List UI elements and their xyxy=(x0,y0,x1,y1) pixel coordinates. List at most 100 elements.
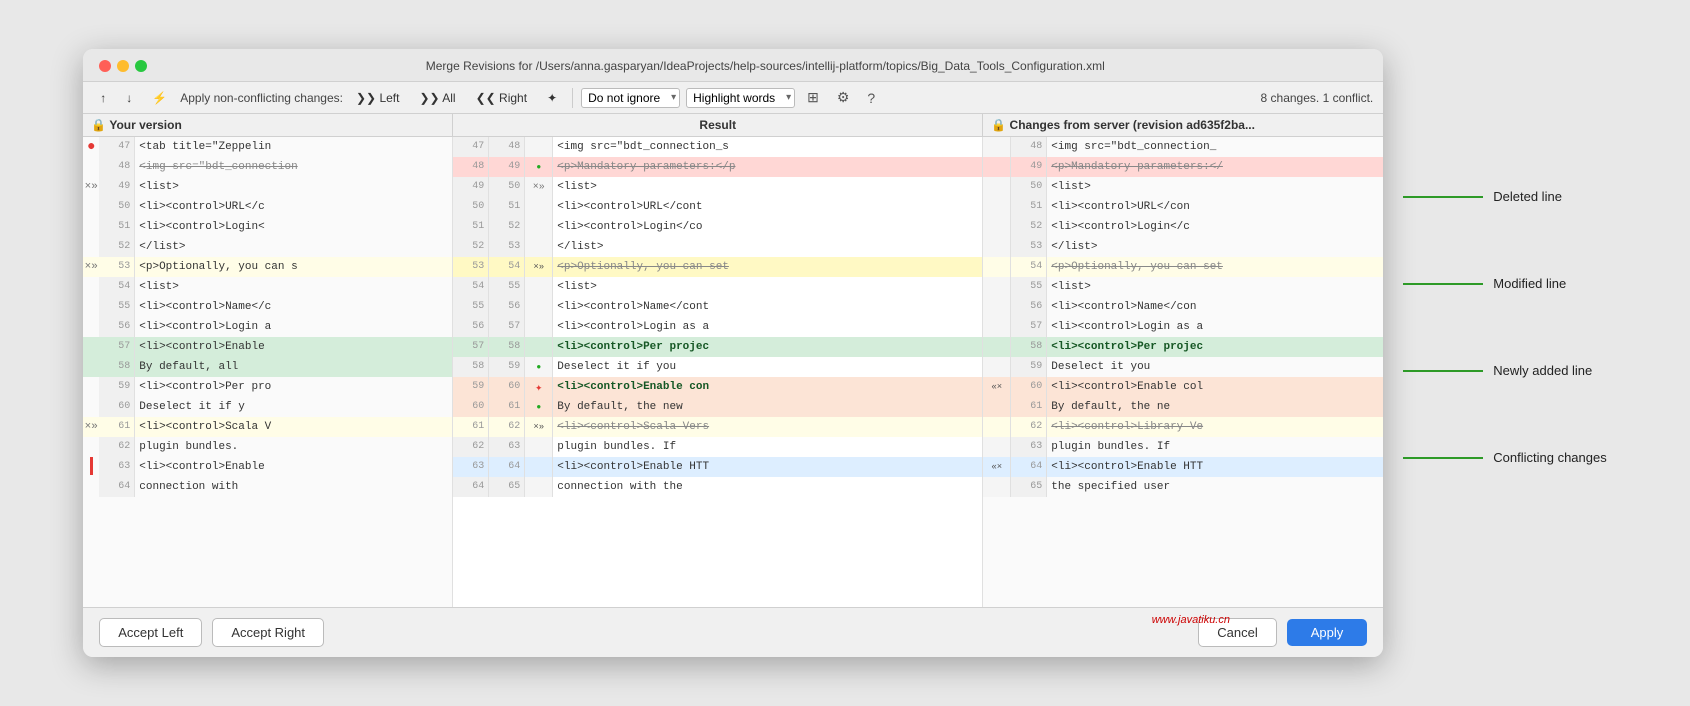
legend-modified: Modified line xyxy=(1403,276,1606,291)
line-num-51: 51 xyxy=(99,217,135,237)
legend-deleted-label: Deleted line xyxy=(1493,189,1562,204)
magic-wand-button[interactable]: ⚡ xyxy=(145,88,174,108)
list-item: 47 48 <img src="bdt_connection_s xyxy=(453,137,982,157)
c-left-num-50: 50 xyxy=(453,197,489,217)
list-item: 61 By default, the ne xyxy=(983,397,1383,417)
c-content-57: <li><control>Per projec xyxy=(553,337,982,357)
minimize-button[interactable] xyxy=(117,60,129,72)
c-gutter-64 xyxy=(525,477,553,497)
line-content-50: <li><control>URL</c xyxy=(135,197,452,217)
c-right-num-57: 57 xyxy=(489,317,525,337)
left-gutter-64 xyxy=(83,477,99,497)
c-right-num-49: 49 xyxy=(489,157,525,177)
resolve-button[interactable]: ✦ xyxy=(540,88,564,108)
left-gutter-48 xyxy=(83,157,99,177)
center-panel: 47 48 <img src="bdt_connection_s 48 49 ●… xyxy=(453,137,983,607)
list-item: 63 plugin bundles. If xyxy=(983,437,1383,457)
apply-non-conflicting-label: Apply non-conflicting changes: xyxy=(180,91,343,105)
list-item: ×» 53 <p>Optionally, you can s xyxy=(83,257,452,277)
error-icon: ● xyxy=(87,139,95,155)
line-num-57: 57 xyxy=(99,337,135,357)
c-content-63: <li><control>Enable HTT xyxy=(553,457,982,477)
list-item: 58 <li><control>Per projec xyxy=(983,337,1383,357)
r-num-52: 52 xyxy=(1011,217,1047,237)
line-content-60: Deselect it if y xyxy=(135,397,452,417)
r-num-60: 60 xyxy=(1011,377,1047,397)
diff-area[interactable]: ● 47 <tab title="Zeppelin 48 <img src="b… xyxy=(83,137,1383,607)
r-content-65: the specified user xyxy=(1047,477,1383,497)
r-gutter-64: «× xyxy=(983,457,1011,477)
list-item: 56 <li><control>Name</con xyxy=(983,297,1383,317)
next-change-button[interactable]: ↓ xyxy=(119,88,139,108)
r-content-64: <li><control>Enable HTT xyxy=(1047,457,1383,477)
list-item: 64 65 connection with the xyxy=(453,477,982,497)
r-content-58: <li><control>Per projec xyxy=(1047,337,1383,357)
c-gutter-50 xyxy=(525,197,553,217)
list-item: 63 <li><control>Enable xyxy=(83,457,452,477)
c-content-55: <li><control>Name</cont xyxy=(553,297,982,317)
c-content-49: <list> xyxy=(553,177,982,197)
ignore-select[interactable]: Do not ignore xyxy=(581,88,680,108)
accept-left-button[interactable]: Accept Left xyxy=(99,618,202,647)
line-num-58: 58 xyxy=(99,357,135,377)
left-gutter-57 xyxy=(83,337,99,357)
prev-change-button[interactable]: ↑ xyxy=(93,88,113,108)
legend-deleted: Deleted line xyxy=(1403,189,1606,204)
r-content-52: <li><control>Login</c xyxy=(1047,217,1383,237)
c-gutter-59: ✦ xyxy=(525,377,553,397)
columns-icon-button[interactable]: ⊞ xyxy=(801,86,825,109)
r-num-51: 51 xyxy=(1011,197,1047,217)
c-gutter-56 xyxy=(525,317,553,337)
apply-all-button[interactable]: ❯❯ All xyxy=(412,88,462,108)
r-content-51: <li><control>URL</con xyxy=(1047,197,1383,217)
highlight-select-wrap[interactable]: Highlight words xyxy=(686,88,795,108)
line-content-59: <li><control>Per pro xyxy=(135,377,452,397)
apply-right-button[interactable]: ❮❮ Right xyxy=(469,88,534,108)
r-content-55: <list> xyxy=(1047,277,1383,297)
list-item: 62 63 plugin bundles. If xyxy=(453,437,982,457)
r-num-63: 63 xyxy=(1011,437,1047,457)
left-gutter-62 xyxy=(83,437,99,457)
help-icon-button[interactable]: ? xyxy=(861,87,881,109)
line-content-52: </list> xyxy=(135,237,452,257)
accept-right-button[interactable]: Accept Right xyxy=(212,618,324,647)
settings-icon-button[interactable]: ⚙ xyxy=(831,86,856,109)
line-num-53: 53 xyxy=(99,257,135,277)
list-item: 61 62 ×» <li><control>Scala Vers xyxy=(453,417,982,437)
r-gutter-62 xyxy=(983,417,1011,437)
list-item: 49 <p>Mandatory parameters:</ xyxy=(983,157,1383,177)
x-mark-icon-53: ×» xyxy=(85,261,98,273)
list-item: 50 51 <li><control>URL</cont xyxy=(453,197,982,217)
highlight-select[interactable]: Highlight words xyxy=(686,88,795,108)
r-num-59: 59 xyxy=(1011,357,1047,377)
r-content-59: Deselect it you xyxy=(1047,357,1383,377)
title-bar: Merge Revisions for /Users/anna.gasparya… xyxy=(83,49,1383,82)
line-content-61: <li><control>Scala V xyxy=(135,417,452,437)
window-controls xyxy=(99,60,147,72)
apply-left-button[interactable]: ❯❯ Left xyxy=(349,88,406,108)
list-item: 56 57 <li><control>Login as a xyxy=(453,317,982,337)
c-gutter-55 xyxy=(525,297,553,317)
list-item: 52 </list> xyxy=(83,237,452,257)
legend-conflict-label: Conflicting changes xyxy=(1493,450,1606,465)
maximize-button[interactable] xyxy=(135,60,147,72)
line-num-63: 63 xyxy=(99,457,135,477)
apply-button[interactable]: Apply xyxy=(1287,619,1368,646)
legend-line-deleted xyxy=(1403,196,1483,198)
list-item: 52 53 </list> xyxy=(453,237,982,257)
list-item: 58 By default, all xyxy=(83,357,452,377)
c-content-47: <img src="bdt_connection_s xyxy=(553,137,982,157)
line-content-62: plugin bundles. xyxy=(135,437,452,457)
merge-icon-49: ×» xyxy=(533,182,545,193)
legend-conflict: Conflicting changes xyxy=(1403,450,1606,465)
c-gutter-51 xyxy=(525,217,553,237)
line-content-51: <li><control>Login< xyxy=(135,217,452,237)
r-gutter-63 xyxy=(983,437,1011,457)
c-right-num-50: 50 xyxy=(489,177,525,197)
line-content-47: <tab title="Zeppelin xyxy=(135,137,452,157)
ignore-select-wrap[interactable]: Do not ignore xyxy=(581,88,680,108)
r-gutter-51 xyxy=(983,197,1011,217)
c-gutter-58: ● xyxy=(525,357,553,377)
left-gutter-55 xyxy=(83,297,99,317)
close-button[interactable] xyxy=(99,60,111,72)
